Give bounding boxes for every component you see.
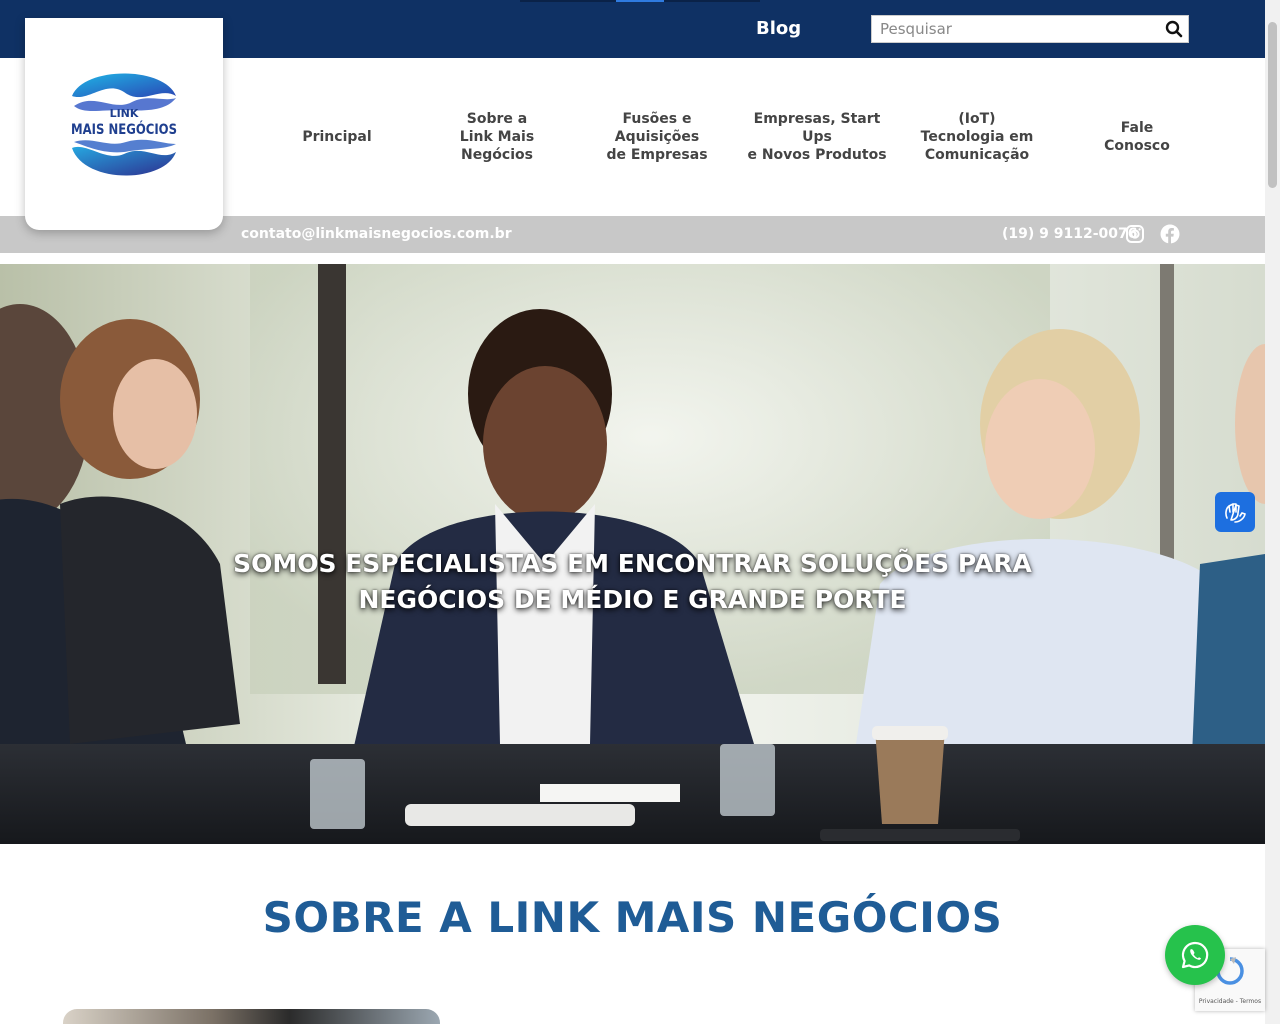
hero-headline-line2: NEGÓCIOS DE MÉDIO E GRANDE PORTE — [358, 585, 907, 614]
instagram-icon[interactable] — [1125, 224, 1145, 244]
page-scrollbar-thumb[interactable] — [1268, 22, 1277, 188]
nav-item-fale-conosco[interactable]: Fale Conosco — [1057, 119, 1217, 155]
top-tab-indicator — [520, 0, 616, 2]
nav-item-fusoes[interactable]: Fusões e Aquisições de Empresas — [577, 110, 737, 164]
contact-email[interactable]: contato@linkmaisnegocios.com.br — [241, 226, 512, 242]
logo-text-main: MAIS NEGÓCIOS — [71, 120, 177, 138]
nav-item-iot[interactable]: (IoT) Tecnologia em Comunicação — [897, 110, 1057, 164]
nav-item-sobre[interactable]: Sobre a Link Mais Negócios — [417, 110, 577, 164]
sign-language-hands-icon — [1225, 503, 1246, 523]
whatsapp-button[interactable] — [1165, 925, 1225, 985]
logo-emblem: LINK MAIS NEGÓCIOS — [71, 73, 177, 176]
hero-banner: SOMOS ESPECIALISTAS EM ENCONTRAR SOLUÇÕE… — [0, 264, 1265, 844]
top-tab-indicator-active — [616, 0, 664, 2]
contact-phone[interactable]: (19) 9 9112-0076 — [1002, 226, 1138, 242]
about-section-title: SOBRE A LINK MAIS NEGÓCIOS — [262, 893, 1003, 942]
top-tab-indicator — [664, 0, 760, 2]
search-icon[interactable] — [1160, 16, 1188, 42]
about-image — [63, 1009, 440, 1024]
facebook-icon[interactable] — [1160, 224, 1180, 244]
main-nav: Principal Sobre a Link Mais Negócios Fus… — [257, 58, 1217, 216]
logo[interactable]: LINK MAIS NEGÓCIOS — [25, 18, 223, 230]
logo-text-link: LINK — [110, 107, 139, 120]
blog-link[interactable]: Blog — [756, 18, 801, 39]
nav-item-principal[interactable]: Principal — [257, 128, 417, 146]
hero-headline: SOMOS ESPECIALISTAS EM ENCONTRAR SOLUÇÕE… — [0, 546, 1265, 618]
nav-item-empresas-startups[interactable]: Empresas, Start Ups e Novos Produtos — [737, 110, 897, 164]
whatsapp-icon — [1181, 941, 1209, 969]
search-box — [871, 15, 1189, 43]
hero-headline-line1: SOMOS ESPECIALISTAS EM ENCONTRAR SOLUÇÕE… — [233, 549, 1032, 578]
search-input[interactable] — [872, 16, 1160, 42]
recaptcha-links[interactable]: Privacidade - Termos — [1195, 998, 1265, 1005]
accessibility-libras-button[interactable] — [1215, 492, 1255, 532]
